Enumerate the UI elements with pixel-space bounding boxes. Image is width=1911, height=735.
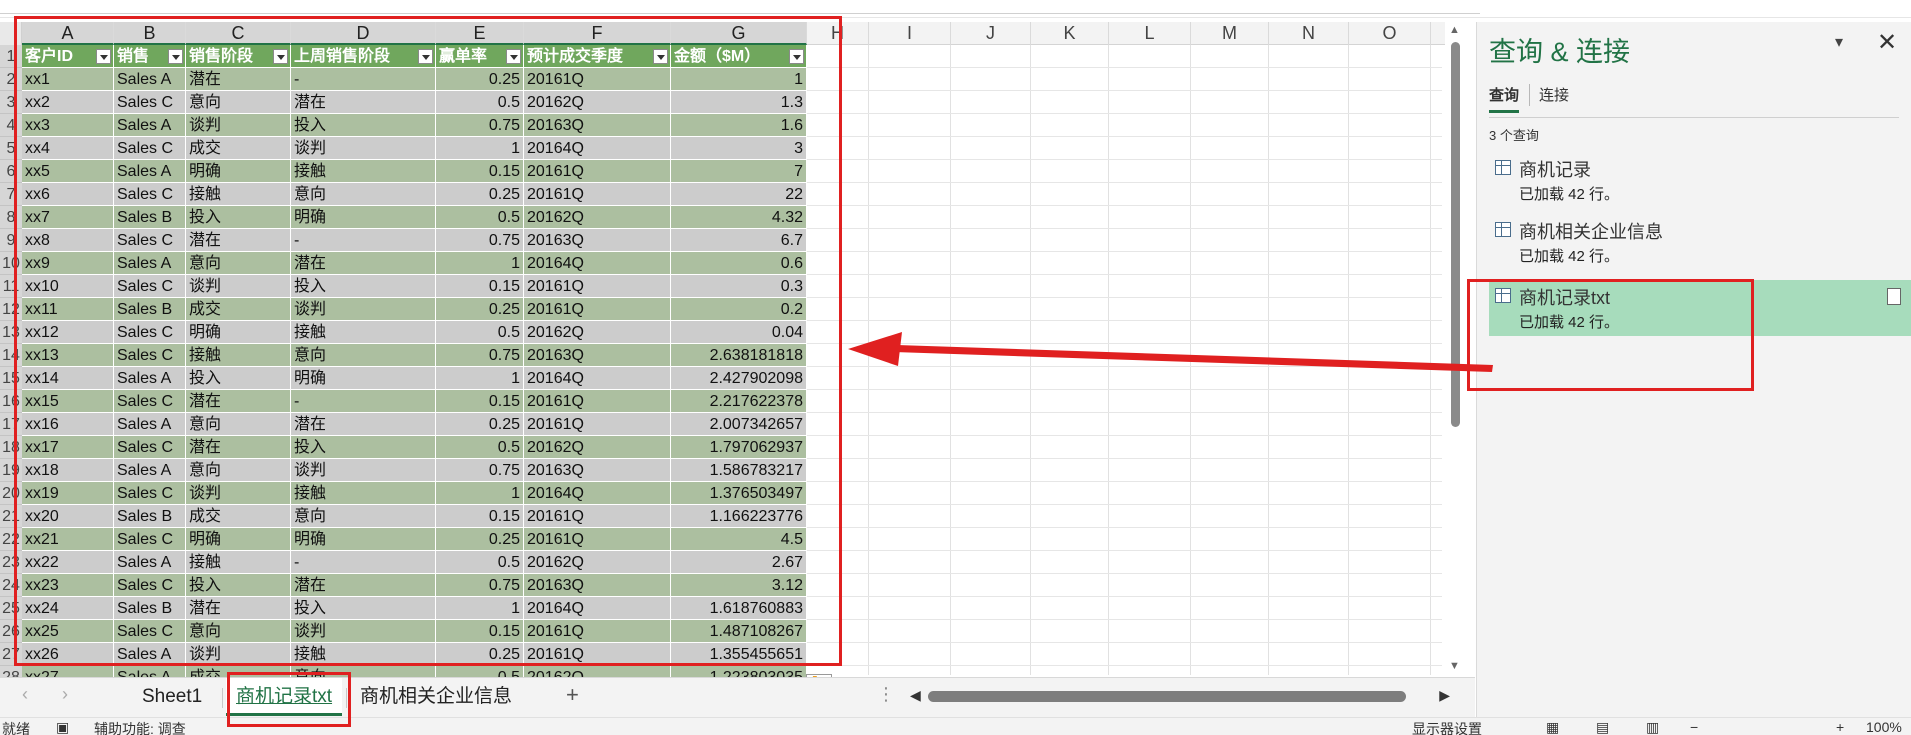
zoom-level[interactable]: 100% xyxy=(1866,719,1902,735)
tab-queries[interactable]: 查询 xyxy=(1489,84,1520,113)
tab-separator xyxy=(222,688,223,708)
query-status: 已加载 42 行。 xyxy=(1519,186,1620,203)
column-header-J[interactable]: J xyxy=(951,22,1031,45)
pane-title: 查询 & 连接 xyxy=(1489,37,1631,67)
table-cell[interactable]: Sales A xyxy=(114,666,186,677)
scroll-left-icon[interactable]: ◀ xyxy=(910,687,921,704)
annotation-box-table xyxy=(14,16,842,666)
chevron-down-icon[interactable]: ▾ xyxy=(1835,32,1843,52)
sheet-tab-商机相关企业信息[interactable]: 商机相关企业信息 xyxy=(350,678,522,716)
page-break-icon[interactable]: ▥ xyxy=(1646,719,1659,735)
annotation-box-tab xyxy=(227,672,351,727)
zoom-in-button[interactable]: + xyxy=(1836,719,1844,735)
close-icon[interactable]: ✕ xyxy=(1877,28,1897,57)
table-icon xyxy=(1495,222,1511,237)
macro-record-icon[interactable]: ▣ xyxy=(56,719,69,735)
query-count: 3 个查询 xyxy=(1489,128,1539,143)
zoom-out-button[interactable]: − xyxy=(1690,719,1698,735)
sheet-tab-sheet1[interactable]: Sheet1 xyxy=(132,678,212,716)
table-cell[interactable]: 1.223803035 xyxy=(671,666,807,677)
sheet-nav-prev-icon[interactable]: ‹ xyxy=(22,684,28,705)
column-header-L[interactable]: L xyxy=(1109,22,1191,45)
query-item[interactable]: 商机记录 已加载 42 行。 xyxy=(1489,152,1911,208)
vertical-scroll-thumb[interactable] xyxy=(1451,42,1460,427)
query-name: 商机相关企业信息 xyxy=(1519,222,1663,242)
query-name: 商机记录 xyxy=(1519,160,1591,180)
table-icon xyxy=(1495,160,1511,175)
horizontal-scroll-thumb[interactable] xyxy=(928,691,1406,702)
row-header[interactable]: 28 xyxy=(0,666,22,677)
excel-window: ABCDEFGHIJKLMNO 1 2 3 4 5 6 7 8 9 10 11 12 13 14 15 16 1… xyxy=(0,0,1911,735)
horizontal-scrollbar[interactable]: ◀ ▶ xyxy=(910,687,1450,707)
column-header-K[interactable]: K xyxy=(1031,22,1109,45)
column-header-M[interactable]: M xyxy=(1191,22,1269,45)
query-status: 已加载 42 行。 xyxy=(1519,248,1620,265)
sheet-nav-next-icon[interactable]: › xyxy=(62,684,68,705)
gridline xyxy=(950,45,951,675)
gridline xyxy=(1430,45,1431,675)
divider xyxy=(0,13,1480,14)
divider xyxy=(1489,117,1899,118)
query-item[interactable]: 商机相关企业信息 已加载 42 行。 xyxy=(1489,214,1911,270)
gridline xyxy=(1268,45,1269,675)
column-header-I[interactable]: I xyxy=(869,22,951,45)
add-sheet-button[interactable]: + xyxy=(566,682,579,708)
scroll-right-icon[interactable]: ▶ xyxy=(1439,687,1450,704)
table-cell[interactable]: 20162Q xyxy=(524,666,671,677)
gridline xyxy=(1030,45,1031,675)
gridline xyxy=(868,45,869,675)
table-cell[interactable]: 0.5 xyxy=(436,666,524,677)
page-layout-icon[interactable]: ▤ xyxy=(1596,719,1609,735)
tab-connections[interactable]: 连接 xyxy=(1539,84,1569,105)
column-header-O[interactable]: O xyxy=(1349,22,1431,45)
scroll-up-icon[interactable]: ▲ xyxy=(1449,24,1460,36)
display-settings-button[interactable]: 显示器设置 xyxy=(1412,719,1482,735)
gridline xyxy=(1348,45,1349,675)
more-options-icon[interactable]: ⋮ xyxy=(877,684,895,705)
status-ready: 就绪 xyxy=(2,721,30,735)
table-cell[interactable]: xx27 xyxy=(22,666,114,677)
tab-divider xyxy=(1529,84,1530,106)
sheet-tab-bar: ‹ › Sheet1 商机记录txt 商机相关企业信息 + ⋮ ◀ ▶ xyxy=(0,677,1475,717)
accessibility-status[interactable]: 辅助功能: 调查 xyxy=(94,719,186,735)
vertical-scrollbar[interactable]: ▲ ▼ xyxy=(1445,22,1465,677)
scroll-down-icon[interactable]: ▼ xyxy=(1449,660,1460,672)
annotation-box-query xyxy=(1467,279,1754,391)
gridline xyxy=(1108,45,1109,675)
normal-view-icon[interactable]: ▦ xyxy=(1546,719,1559,735)
refresh-icon[interactable] xyxy=(1887,288,1901,305)
column-header-N[interactable]: N xyxy=(1269,22,1349,45)
gridline xyxy=(1190,45,1191,675)
